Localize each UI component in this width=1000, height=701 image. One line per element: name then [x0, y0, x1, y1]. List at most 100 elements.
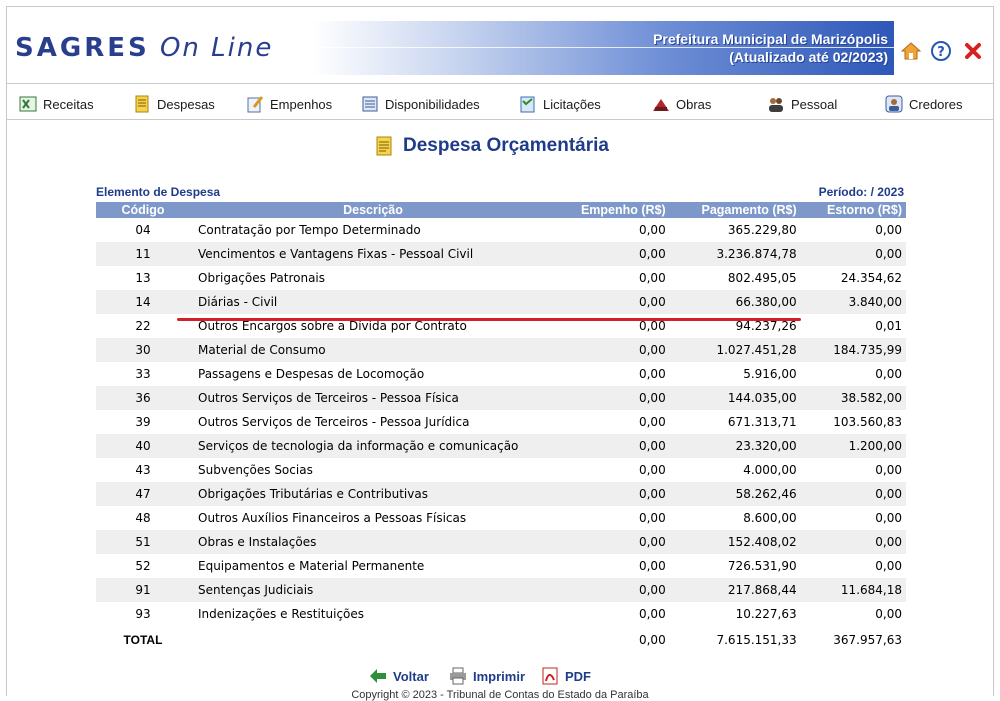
table-row: 52 Equipamentos e Material Permanente 0,00…	[96, 554, 906, 578]
cell-pagamento: 8.600,00	[743, 511, 797, 525]
cell-pagamento: 726.531,90	[727, 559, 797, 573]
cell-codigo: 91	[96, 578, 190, 602]
cell-estorno: 1.200,00	[800, 434, 906, 458]
header: SAGRES On Line Prefeitura Municipal de M…	[7, 7, 993, 85]
cell-empenho: 0,00	[638, 367, 666, 381]
col-codigo[interactable]: Código	[96, 202, 190, 218]
cell-codigo: 48	[135, 511, 151, 525]
cell-descricao: Obrigações Tributárias e Contributivas	[190, 482, 552, 506]
nav-divider	[7, 119, 993, 120]
table-row: 93 Indenizações e Restituições 0,00 10.227,…	[96, 602, 906, 626]
nav-disponibilidades[interactable]: Disponibilidades	[361, 93, 480, 115]
cell-empenho: 0,00	[638, 271, 666, 285]
cell-descricao: Contratação por Tempo Determinado	[198, 223, 421, 237]
cell-codigo: 30	[96, 338, 190, 362]
nav-credores[interactable]: Credores	[885, 93, 962, 115]
page-title-text: Despesa Orçamentária	[403, 135, 609, 156]
svg-text:?: ?	[937, 45, 945, 60]
table-row: 33 Passagens e Despesas de Locomoção 0,00 5…	[96, 362, 906, 386]
col-pagamento[interactable]: Pagamento (R$)	[669, 202, 801, 218]
nav-label: Licitações	[543, 96, 601, 112]
cell-descricao: Equipamentos e Material Permanente	[198, 559, 425, 573]
cell-codigo: 11	[96, 242, 190, 266]
help-icon[interactable]: ?	[931, 41, 951, 61]
table-row: 04 Contratação por Tempo Determinado 0,00 3…	[96, 218, 906, 242]
voltar-label: Voltar	[393, 668, 429, 684]
imprimir-button[interactable]: Imprimir	[449, 667, 525, 685]
close-icon[interactable]	[963, 41, 983, 61]
cell-codigo: 22	[135, 319, 151, 333]
table-row: 11 Vencimentos e Vantagens Fixas - Pessoa…	[96, 242, 906, 266]
nav-label: Credores	[909, 96, 963, 112]
cell-descricao: Subvenções Socias	[198, 463, 313, 477]
cell-estorno: 0,00	[875, 367, 902, 381]
nav-empenhos[interactable]: Empenhos	[246, 93, 332, 115]
cell-codigo: 36	[96, 386, 190, 410]
table-header-row: Código Descrição Empenho (R$) Pagamento …	[96, 202, 906, 218]
cell-estorno: 0,01	[875, 319, 902, 333]
table-row: 40 Serviços de tecnologia da informação e…	[96, 434, 906, 458]
cell-estorno: 0,00	[800, 242, 906, 266]
total-empenho: 0,00	[638, 633, 666, 647]
ledger-icon	[362, 96, 378, 112]
cell-pagamento: 1.027.451,28	[669, 338, 801, 362]
total-label: TOTAL	[123, 633, 163, 647]
cell-estorno: 0,00	[875, 463, 902, 477]
cell-empenho: 0,00	[552, 338, 670, 362]
voltar-button[interactable]: Voltar	[369, 667, 429, 685]
cell-codigo: 14	[96, 290, 190, 314]
cell-pagamento: 671.313,71	[727, 415, 797, 429]
total-spacer	[190, 626, 552, 654]
cell-pagamento: 58.262,46	[669, 482, 801, 506]
pencil-note-icon	[247, 96, 264, 113]
table-row: 39 Outros Serviços de Terceiros - Pessoa …	[96, 410, 906, 434]
nav-label: Disponibilidades	[385, 96, 480, 112]
col-descricao[interactable]: Descrição	[190, 202, 552, 218]
cell-estorno: 0,00	[875, 223, 902, 237]
col-estorno[interactable]: Estorno (R$)	[800, 202, 906, 218]
page-title: Despesa Orçamentária	[375, 135, 609, 157]
cell-pagamento: 23.320,00	[669, 434, 801, 458]
table-row: 36 Outros Serviços de Terceiros - Pessoa …	[96, 386, 906, 410]
cell-descricao: Passagens e Despesas de Locomoção	[198, 367, 425, 381]
cell-codigo: 13	[135, 271, 151, 285]
cell-estorno: 38.582,00	[800, 386, 906, 410]
table-row: 47 Obrigações Tributárias e Contributivas…	[96, 482, 906, 506]
cell-pagamento: 802.495,05	[727, 271, 797, 285]
nav-despesas[interactable]: Despesas	[133, 93, 215, 115]
cell-empenho: 0,00	[638, 415, 666, 429]
table-body: 04 Contratação por Tempo Determinado 0,00 3…	[96, 218, 906, 654]
arrow-left-icon	[370, 669, 386, 683]
cell-estorno: 0,00	[875, 559, 902, 573]
action-bar: Voltar Imprimir PDF	[7, 663, 993, 689]
nav-licitacoes[interactable]: Licitações	[519, 93, 601, 115]
nav-label: Obras	[676, 96, 712, 112]
logo-sub: On Line	[159, 33, 274, 63]
col-empenho[interactable]: Empenho (R$)	[552, 202, 670, 218]
cell-codigo: 47	[96, 482, 190, 506]
document-icon	[376, 136, 392, 156]
person-card-icon	[885, 95, 903, 113]
nav-obras[interactable]: Obras	[652, 93, 711, 115]
nav-label: Receitas	[43, 96, 94, 112]
cell-pagamento: 5.916,00	[743, 367, 797, 381]
pdf-label: PDF	[565, 668, 591, 684]
cell-estorno: 0,00	[800, 530, 906, 554]
nav-pessoal[interactable]: Pessoal	[767, 93, 837, 115]
table-row: 51 Obras e Instalações 0,00 152.408,02 0,00	[96, 530, 906, 554]
cell-pagamento: 66.380,00	[669, 290, 801, 314]
home-icon[interactable]	[901, 41, 921, 61]
cell-descricao: Outros Serviços de Terceiros - Pessoa Fí…	[190, 386, 552, 410]
cell-empenho: 0,00	[638, 511, 666, 525]
cell-codigo: 33	[135, 367, 151, 381]
banner-rule	[312, 47, 894, 48]
cell-estorno: 24.354,62	[840, 271, 902, 285]
nav-receitas[interactable]: Receitas	[19, 93, 94, 115]
cell-empenho: 0,00	[638, 559, 666, 573]
cell-descricao: Outros Serviços de Terceiros - Pessoa Ju…	[198, 415, 470, 429]
pdf-button[interactable]: PDF	[541, 667, 591, 685]
table-row: 30 Material de Consumo 0,00 1.027.451,28 184…	[96, 338, 906, 362]
people-icon	[769, 98, 783, 112]
table-row: 43 Subvenções Socias 0,00 4.000,00 0,00	[96, 458, 906, 482]
printer-icon	[450, 667, 466, 685]
